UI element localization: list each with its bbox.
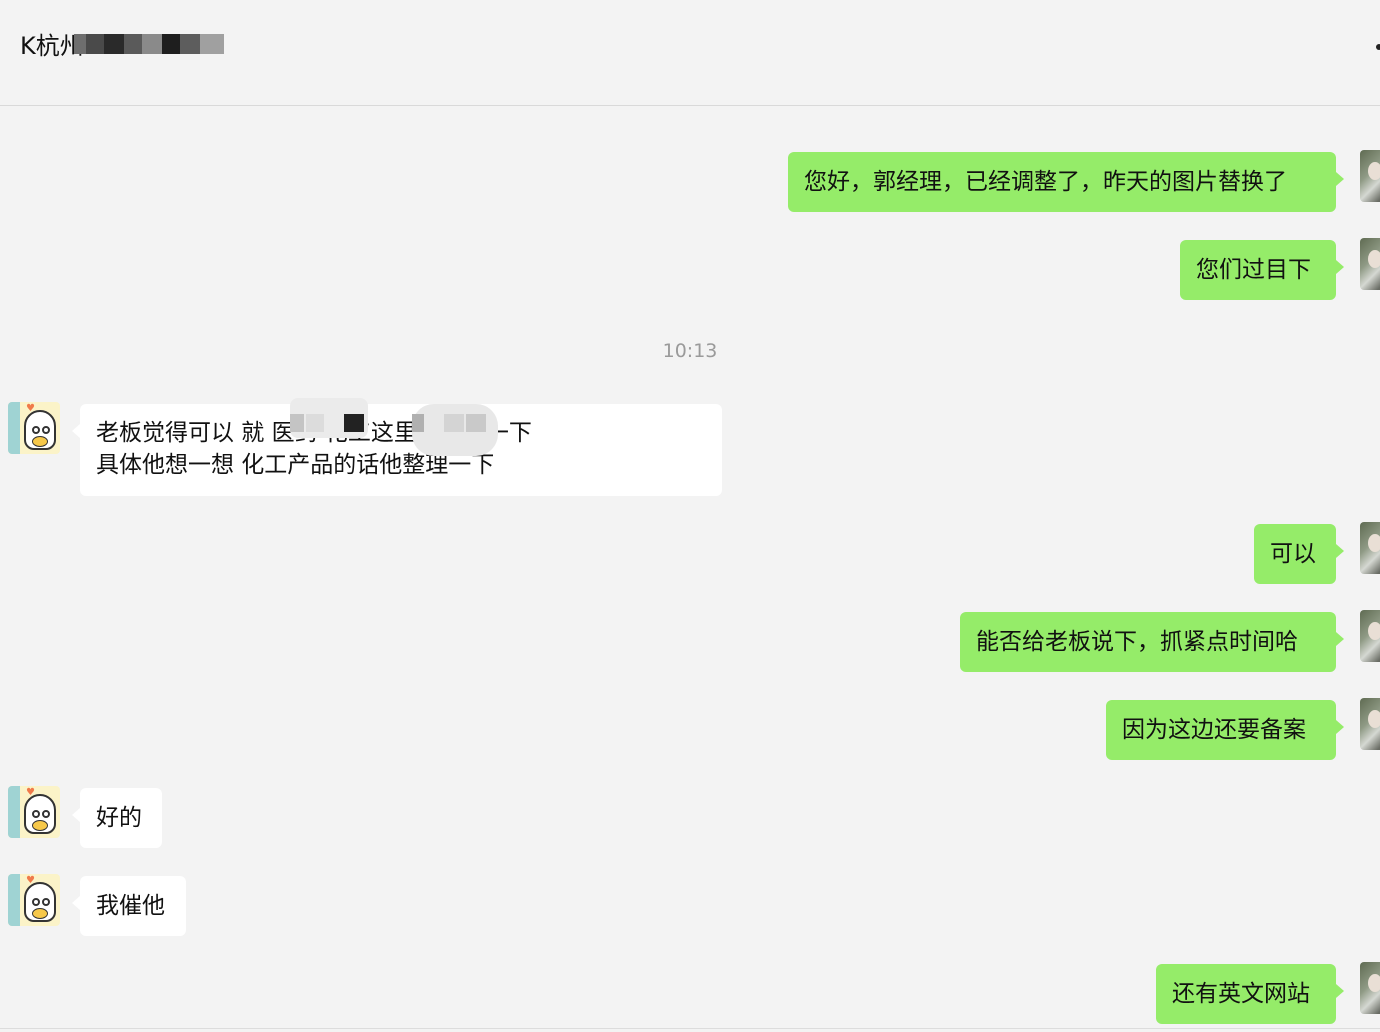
my-avatar[interactable] [1360,238,1380,290]
redacted-name-mosaic [74,34,224,54]
input-divider [0,1028,1380,1029]
message-bubble-incoming[interactable]: 我催他 [72,876,186,936]
message-bubble-incoming[interactable]: 好的 [72,788,162,848]
message-bubble-outgoing[interactable]: 因为这边还要备案 [1106,700,1344,760]
contact-avatar[interactable]: ♥ [8,874,60,926]
redaction-pixel [444,414,464,432]
redaction-pixel [290,414,304,432]
message-timestamp: 10:13 [662,340,718,362]
message-bubble-outgoing[interactable]: 您们过目下 [1180,240,1344,300]
message-bubble-outgoing[interactable]: 能否给老板说下，抓紧点时间哈 [960,612,1344,672]
chat-header: K杭州 [0,0,1380,106]
more-dots-icon[interactable] [1376,44,1380,50]
my-avatar[interactable] [1360,698,1380,750]
my-avatar[interactable] [1360,150,1380,202]
message-bubble-outgoing[interactable]: 可以 [1254,524,1344,584]
message-bubble-incoming[interactable]: 老板觉得可以 就 医药 化工这里要调整一下 具体他想一想 化工产品的话他整理一下 [72,404,722,496]
my-avatar[interactable] [1360,962,1380,1014]
message-bubble-outgoing[interactable]: 您好，郭经理，已经调整了，昨天的图片替换了 [788,152,1344,212]
message-line-1: 老板觉得可以 就 医药 化工这里要调整一下 [96,420,532,446]
redaction-pixel [466,414,486,432]
my-avatar[interactable] [1360,522,1380,574]
contact-avatar[interactable]: ♥ [8,402,60,454]
redaction-pixel [344,414,364,432]
message-line-2: 具体他想一想 化工产品的话他整理一下 [96,452,495,478]
redaction-pixel [412,414,424,432]
contact-avatar[interactable]: ♥ [8,786,60,838]
redaction-pixel [306,414,324,432]
my-avatar[interactable] [1360,610,1380,662]
message-bubble-outgoing[interactable]: 还有英文网站 [1156,964,1344,1024]
